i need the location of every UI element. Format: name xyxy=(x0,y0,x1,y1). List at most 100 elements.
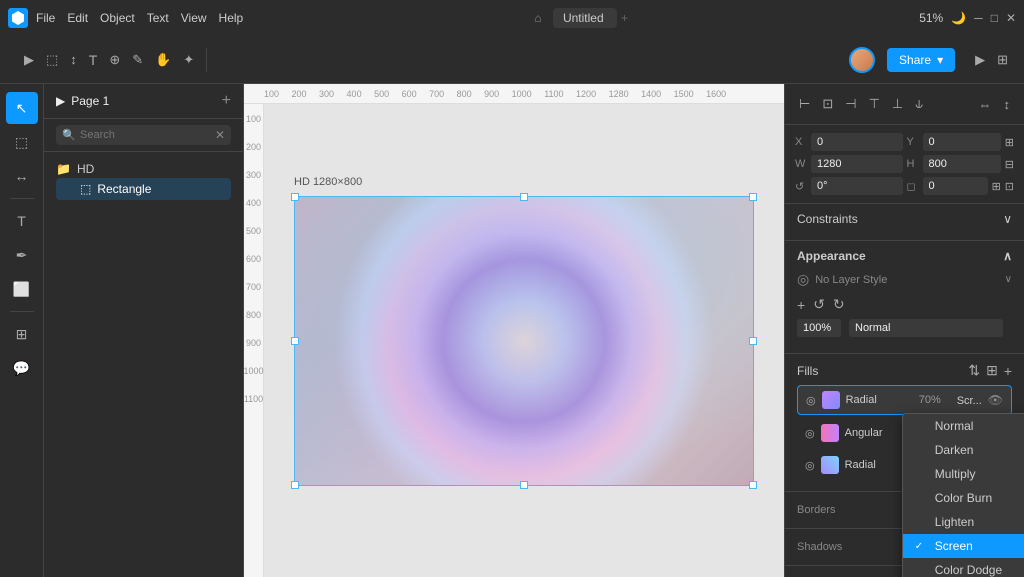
blend-option-color-burn[interactable]: Color Burn xyxy=(903,486,1024,510)
w-field: W xyxy=(795,155,903,173)
hand-tool-btn[interactable]: ✋ xyxy=(151,48,175,72)
canvas-area[interactable]: 100 200 300 400 500 600 700 800 900 1000… xyxy=(244,84,784,577)
w-input[interactable] xyxy=(811,155,903,173)
no-layer-style[interactable]: ◎ No Layer Style ∨ xyxy=(797,271,1012,288)
align-left-btn[interactable]: ⊢ xyxy=(795,92,814,116)
add-style-btn[interactable]: + xyxy=(797,296,805,313)
tool-cursor[interactable]: ↖ xyxy=(6,92,38,124)
distribute-v-btn[interactable]: ↕ xyxy=(1000,93,1015,116)
menu-view[interactable]: View xyxy=(181,11,207,25)
add-page-btn[interactable]: + xyxy=(222,92,231,110)
fills-header: Fills ⇅ ⊞ + xyxy=(797,362,1012,379)
handle-top-right[interactable] xyxy=(749,193,757,201)
text-tool-btn[interactable]: T xyxy=(85,48,102,72)
menu-file[interactable]: File xyxy=(36,11,55,25)
blend-mode-dropdown[interactable]: Normal Darken Multiply xyxy=(902,413,1024,577)
blend-option-lighten[interactable]: Lighten xyxy=(903,510,1024,534)
page-item[interactable]: ▶ Page 1 xyxy=(56,94,109,108)
menu-edit[interactable]: Edit xyxy=(67,11,88,25)
new-tab-btn[interactable]: + xyxy=(621,11,628,25)
handle-bottom-mid[interactable] xyxy=(520,481,528,489)
blend-option-color-dodge[interactable]: Color Dodge xyxy=(903,558,1024,577)
fill-item-0[interactable]: ◎ Radial 70% Scr... Normal xyxy=(797,385,1012,415)
align-center-h-btn[interactable]: ⊡ xyxy=(818,92,837,116)
scale-tool-btn[interactable]: ↕ xyxy=(66,48,81,71)
x-input[interactable] xyxy=(811,133,903,151)
page-name[interactable]: Page 1 xyxy=(71,94,109,108)
menu-object[interactable]: Object xyxy=(100,11,135,25)
maximize-btn[interactable]: □ xyxy=(991,11,998,25)
close-btn[interactable]: ✕ xyxy=(1006,11,1016,25)
tool-text2[interactable]: T xyxy=(6,205,38,237)
align-right-btn[interactable]: ⊣ xyxy=(841,92,860,116)
frame-tool-btn[interactable]: ⬚ xyxy=(42,48,62,72)
tool-comment[interactable]: 💬 xyxy=(6,352,38,384)
corner-input[interactable] xyxy=(923,177,988,195)
align-top-btn[interactable]: ⊤ xyxy=(865,92,884,116)
share-button[interactable]: Share ▾ xyxy=(887,48,955,72)
tool-shape2[interactable]: ⬜ xyxy=(6,273,38,305)
pen-tool-btn[interactable]: ✎ xyxy=(128,48,147,72)
tool-frame2[interactable]: ⬚ xyxy=(6,126,38,158)
h-input[interactable] xyxy=(923,155,1001,173)
constraints-header[interactable]: Constraints ∨ xyxy=(797,212,1012,226)
current-tab[interactable]: Untitled xyxy=(553,8,617,28)
menu-help[interactable]: Help xyxy=(219,11,244,25)
blend-option-screen[interactable]: ✓ Screen xyxy=(903,534,1024,558)
shape-tool-btn[interactable]: ⊕ xyxy=(105,48,124,72)
home-icon[interactable]: ⌂ xyxy=(534,11,541,25)
handle-top-mid[interactable] xyxy=(520,193,528,201)
fills-add-btn[interactable]: + xyxy=(1004,363,1012,379)
opacity-input[interactable] xyxy=(797,319,841,337)
handle-top-left[interactable] xyxy=(291,193,299,201)
fills-sort-btn[interactable]: ⇅ xyxy=(968,362,980,379)
minimize-btn[interactable]: ─ xyxy=(974,11,983,25)
handle-mid-left[interactable] xyxy=(291,337,299,345)
corner-extra-btn[interactable]: ⊡ xyxy=(1005,180,1014,193)
blend-label-screen: Screen xyxy=(935,539,973,553)
handle-bottom-right[interactable] xyxy=(749,481,757,489)
blend-option-darken[interactable]: Darken xyxy=(903,438,1024,462)
distribute-h-btn[interactable]: ⇔ xyxy=(975,93,996,116)
align-center-v-btn[interactable]: ⊥ xyxy=(888,92,907,116)
canvas-frame[interactable] xyxy=(294,196,754,486)
search-input[interactable] xyxy=(56,125,231,145)
fill-opacity-0[interactable]: 70% xyxy=(919,394,951,406)
handle-mid-right[interactable] xyxy=(749,337,757,345)
frame-container: HD 1280×800 xyxy=(294,196,754,486)
fill-blend-0[interactable]: Scr... xyxy=(957,395,982,407)
eyedropper-btn[interactable]: ✦ xyxy=(179,48,198,72)
y-input[interactable] xyxy=(923,133,1001,151)
search-clear-btn[interactable]: ✕ xyxy=(215,128,225,142)
zoom-label[interactable]: 51% xyxy=(919,11,943,25)
fill-eye-0[interactable]: 👁 xyxy=(988,393,1003,407)
tool-pen2[interactable]: ✒ xyxy=(6,239,38,271)
fill-type-icon-2: ◎ xyxy=(805,459,815,472)
fill-color-2[interactable] xyxy=(821,456,839,474)
fill-color-0[interactable] xyxy=(822,391,840,409)
present-btn[interactable]: ▶ xyxy=(971,48,989,72)
link-proportions-btn[interactable]: ⊞ xyxy=(1005,136,1014,149)
blend-mode-input[interactable] xyxy=(849,319,1003,337)
style-reset-btn[interactable]: ↺ xyxy=(813,296,825,313)
fill-color-1[interactable] xyxy=(821,424,839,442)
grid-btn[interactable]: ⊞ xyxy=(993,48,1012,72)
tool-component[interactable]: ⊞ xyxy=(6,318,38,350)
appearance-header[interactable]: Appearance ∧ xyxy=(797,249,1012,263)
fills-copy-btn[interactable]: ⊞ xyxy=(986,362,998,379)
handle-bottom-left[interactable] xyxy=(291,481,299,489)
blend-option-normal[interactable]: Normal xyxy=(903,414,1024,438)
menu-text[interactable]: Text xyxy=(147,11,169,25)
app-logo[interactable] xyxy=(8,8,28,28)
corner-expand-btn[interactable]: ⊞ xyxy=(992,180,1001,193)
move-tool-btn[interactable]: ▶ xyxy=(20,48,38,72)
blend-option-multiply[interactable]: Multiply xyxy=(903,462,1024,486)
align-bottom-btn[interactable]: ⫝ xyxy=(911,92,927,116)
folder-hd[interactable]: 📁 HD xyxy=(56,160,231,178)
layer-rectangle[interactable]: ⬚ Rectangle xyxy=(56,178,231,200)
lock-ratio-btn[interactable]: ⊟ xyxy=(1005,158,1014,171)
tool-scale2[interactable]: ↔ xyxy=(6,160,38,192)
rotation-input[interactable] xyxy=(811,177,903,195)
style-copy-btn[interactable]: ↻ xyxy=(833,296,845,313)
secondary-toolbar: ▶ ⬚ ↕ T ⊕ ✎ ✋ ✦ Share ▾ ▶ ⊞ xyxy=(0,36,1024,84)
